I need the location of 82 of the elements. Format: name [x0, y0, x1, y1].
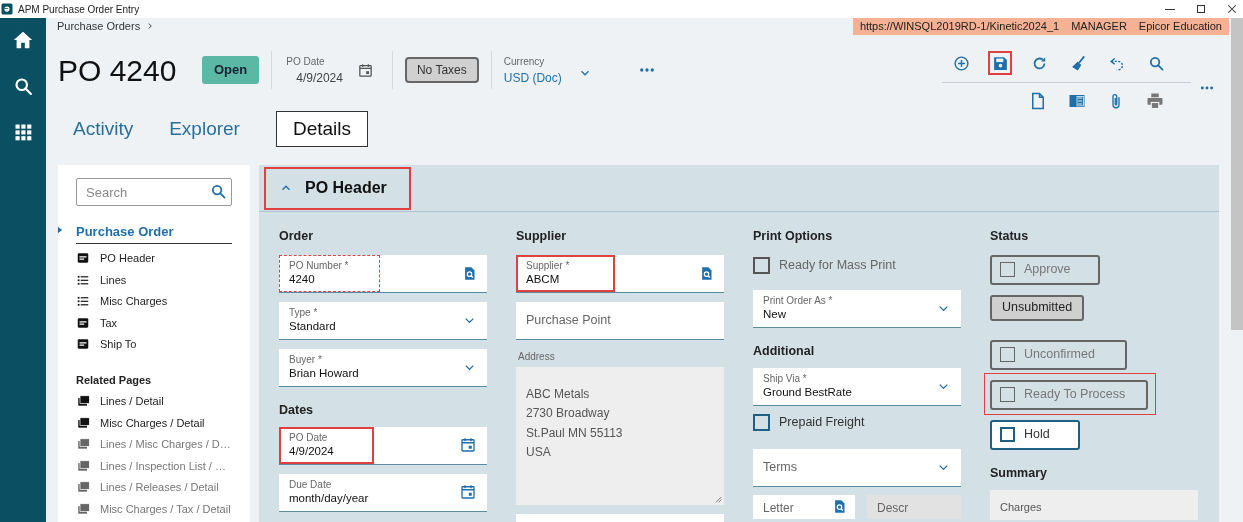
toolbar-button[interactable] [988, 51, 1012, 75]
apps-icon[interactable] [13, 122, 33, 142]
field-label: PO Date [286, 54, 326, 69]
card-icon [76, 337, 90, 352]
print-icon[interactable] [1146, 92, 1164, 110]
sidebar-item[interactable]: Tax [76, 312, 232, 334]
document-icon[interactable] [1029, 92, 1047, 110]
dropdown-field[interactable]: Terms [753, 448, 961, 487]
banner-text: Epicor Education [1138, 18, 1222, 34]
sidebar-item[interactable]: Misc Charges [76, 290, 232, 312]
card-icon [76, 251, 90, 266]
field-label: Currency [503, 54, 546, 69]
list-icon [76, 294, 90, 309]
section-heading: Order [279, 228, 315, 245]
pages-icon [76, 394, 91, 409]
window-title: APM Purchase Order Entry [18, 2, 140, 17]
record-title: PO 4240 [58, 52, 178, 89]
save-icon [991, 54, 1009, 72]
add-icon [952, 54, 970, 72]
toggle-checkbox[interactable]: Hold [990, 419, 1080, 450]
search-icon[interactable] [12, 76, 34, 97]
restore-icon[interactable] [1197, 5, 1205, 13]
lookup-icon[interactable] [832, 498, 847, 514]
resize-handle-icon[interactable] [714, 494, 722, 503]
section-heading: Dates [279, 401, 315, 419]
close-icon[interactable] [1227, 4, 1237, 14]
date-field[interactable]: PO Date 4/9/2024 [279, 426, 487, 465]
lookup-icon[interactable] [699, 265, 714, 281]
field-value: 4/9/2024 [296, 69, 343, 87]
section-heading: Supplier [516, 228, 567, 245]
card-icon [76, 315, 90, 330]
lookup-icon[interactable] [462, 265, 477, 281]
sidebar-item[interactable]: PO Header [76, 247, 232, 269]
lookup-field[interactable]: Letter [753, 494, 855, 519]
currency-value[interactable]: USD (Doc) [503, 68, 562, 87]
search-field[interactable]: Search [76, 178, 232, 206]
section-heading: Additional [753, 342, 816, 360]
calendar-icon[interactable] [459, 436, 477, 454]
section-heading: Summary [990, 464, 1048, 482]
section-heading: Status [990, 228, 1030, 245]
tab[interactable]: Details [275, 111, 368, 147]
calendar-icon[interactable] [356, 61, 374, 79]
breadcrumb-link[interactable]: Purchase Orders [57, 17, 141, 35]
section-title[interactable]: Purchase Order [76, 222, 232, 244]
pages-icon [76, 458, 91, 473]
related-pages-heading: Related Pages [76, 373, 153, 388]
unsubmitted-button[interactable]: Unsubmitted [990, 294, 1085, 321]
no-taxes-button[interactable]: No Taxes [404, 57, 479, 83]
dropdown-field[interactable]: Type * Standard [279, 301, 487, 340]
address-field[interactable]: ABC Metals 2730 Broadway St.Paul MN 55113 USA [516, 366, 724, 505]
dropdown-field[interactable]: Buyer * Brian Howard [279, 348, 487, 387]
checkbox-option[interactable]: Prepaid Freight [753, 411, 961, 434]
readonly-field[interactable]: Descr [867, 494, 961, 519]
tab[interactable]: Explorer [169, 111, 240, 147]
section-header-button[interactable]: PO Header [264, 166, 411, 210]
tab[interactable]: Activity [73, 111, 134, 147]
related-page-link[interactable]: Lines / Detail [76, 390, 232, 412]
panel-icon[interactable] [1068, 92, 1086, 110]
field-label: Address [518, 349, 556, 364]
dropdown-field[interactable]: Ship Via * Ground BestRate [753, 367, 961, 406]
lookup-field[interactable]: PO Number * 4240 [279, 254, 487, 293]
dropdown-field[interactable]: Print Order As * New [753, 289, 961, 328]
search-icon [1147, 54, 1165, 72]
input-field[interactable]: Purchase Point [516, 301, 724, 340]
sidebar-item[interactable]: Lines [76, 269, 232, 291]
lookup-field[interactable]: Supplier * ABCM [516, 254, 724, 293]
field-label: Charges [1000, 500, 1042, 513]
banner-text: MANAGER [1071, 18, 1127, 34]
banner-text: https://WINSQL2019RD-1/Kinetic2024_1 [859, 18, 1060, 34]
home-icon[interactable] [12, 29, 34, 51]
related-page-link[interactable]: Misc Charges / Detail [76, 412, 232, 434]
search-icon[interactable] [210, 183, 227, 200]
pages-icon [76, 501, 91, 516]
calendar-icon[interactable] [459, 483, 477, 501]
sidebar-item[interactable]: Ship To [76, 333, 232, 355]
date-field[interactable]: Due Date month/day/year [279, 473, 487, 512]
scrollbar-thumb[interactable] [1231, 18, 1243, 330]
pages-icon [76, 415, 91, 430]
status-badge: Open [202, 56, 260, 84]
pages-icon [76, 437, 91, 452]
pages-icon [76, 480, 91, 495]
section-heading: Print Options [753, 228, 834, 245]
